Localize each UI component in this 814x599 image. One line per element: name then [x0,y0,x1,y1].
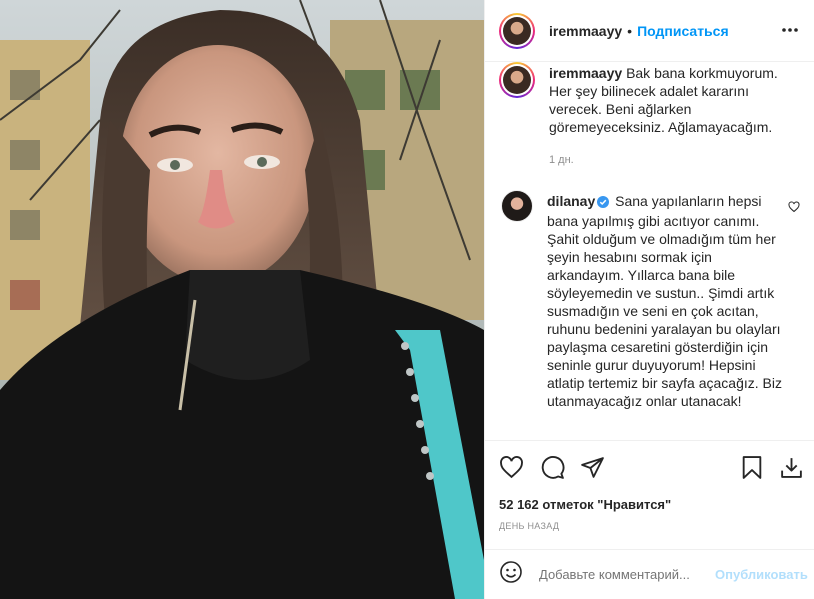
caption-time[interactable]: 1 дн. [549,151,787,169]
comment-body: dilanay Sana yapılanların hepsi bana yap… [547,192,785,410]
download-icon[interactable] [779,455,804,485]
more-horizontal-icon[interactable] [780,20,800,45]
caption-avatar[interactable] [499,62,535,98]
like-heart-icon[interactable] [499,455,524,485]
comment-username[interactable]: dilanay [547,193,595,209]
comment-input[interactable] [539,567,715,582]
verified-badge-icon [597,194,610,212]
post-photo[interactable] [0,0,484,599]
caption-username[interactable]: iremmaayy [549,65,622,81]
follow-button[interactable]: Подписаться [637,23,729,39]
publish-button[interactable]: Опубликовать [715,567,808,582]
caption-body: iremmaayy Bak bana korkmuyorum. Her şey … [549,64,787,169]
comment-bubble-icon[interactable] [540,455,565,485]
author-username[interactable]: iremmaayy [549,23,622,39]
likes-count[interactable]: 52 162 отметок "Нравится" [499,497,671,512]
selfie-image [0,0,484,599]
post-header: iremmaayy • Подписаться [485,0,814,62]
author-avatar[interactable] [499,12,535,49]
post-side-panel: iremmaayy • Подписаться iremmaayy Bak ba… [484,0,814,599]
share-send-icon[interactable] [580,455,605,485]
bookmark-icon[interactable] [741,455,763,485]
comment-item: dilanay Sana yapılanların hepsi bana yap… [499,190,800,410]
comments-list[interactable]: iremmaayy Bak bana korkmuyorum. Her şey … [485,62,814,440]
emoji-icon[interactable] [499,560,523,589]
comment-like-heart-icon[interactable] [788,200,800,218]
post-time[interactable]: ДЕНЬ НАЗАД [499,521,559,531]
separator-dot: • [627,22,633,39]
post-actions: 52 162 отметок "Нравится" ДЕНЬ НАЗАД [485,440,814,549]
commenter-avatar[interactable] [501,190,533,222]
caption-comment: iremmaayy Bak bana korkmuyorum. Her şey … [499,62,800,169]
comment-text: Sana yapılanların hepsi bana yapılmış gi… [547,193,782,409]
add-comment-bar: Опубликовать [485,549,814,599]
